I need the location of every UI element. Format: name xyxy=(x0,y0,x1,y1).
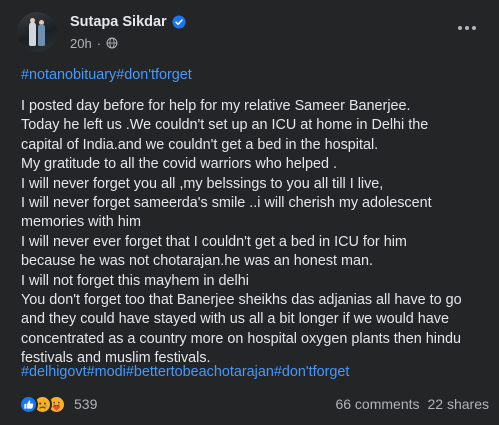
author-avatar[interactable] xyxy=(17,12,57,52)
hashtag-link[interactable]: #delhigovt xyxy=(21,364,87,380)
post-text-line: memories with him xyxy=(21,214,141,231)
post-text-line: I will never forget you all ,my belssing… xyxy=(21,175,384,192)
more-dot xyxy=(465,26,469,30)
like-icon xyxy=(19,394,38,414)
post-text-line: concentrated as a country more on hospit… xyxy=(21,330,461,347)
facebook-post: Sutapa Sikdar 20h · #notanobituary#don't… xyxy=(0,0,499,425)
post-text: I posted day before for help for my rela… xyxy=(21,97,491,368)
post-text-line: You don't forget too that Banerjee sheik… xyxy=(21,291,462,308)
post-timestamp[interactable]: 20h xyxy=(70,36,92,51)
post-text-line: My gratitude to all the covid warriors w… xyxy=(21,156,337,173)
hashtag-link[interactable]: #don'tforget xyxy=(274,364,350,380)
more-dot xyxy=(458,26,462,30)
avatar-figure xyxy=(29,22,36,46)
meta-separator: · xyxy=(96,35,102,51)
hashtag-link[interactable]: #modi xyxy=(87,364,126,380)
post-meta: Sutapa Sikdar 20h · xyxy=(70,13,186,51)
comments-count[interactable]: 66 comments xyxy=(335,396,419,412)
more-dot xyxy=(472,26,476,30)
post-content: #notanobituary#don'tforget I posted day … xyxy=(21,66,491,368)
hashtag-link[interactable]: #don'tforget xyxy=(116,67,192,83)
post-text-line: capital of India.and we couldn't get a b… xyxy=(21,136,379,153)
engagement-stats: 66 comments 22 shares xyxy=(335,396,489,412)
post-text-line: I will never ever forget that I couldn't… xyxy=(21,233,407,250)
post-text-line: I posted day before for help for my rela… xyxy=(21,98,411,114)
verified-badge-icon xyxy=(172,15,186,29)
reactions-summary[interactable]: 539 xyxy=(19,394,98,414)
avatar-figure xyxy=(38,24,45,46)
globe-icon[interactable] xyxy=(106,37,118,49)
bottom-hashtags: #delhigovt#modi#bettertobeachotarajan#do… xyxy=(21,364,349,380)
post-text-line: and they could have stayed with us all a… xyxy=(21,311,449,328)
post-text-line: I will never forget sameerda's smile ..i… xyxy=(21,194,432,211)
post-footer: 539 66 comments 22 shares xyxy=(19,391,489,417)
top-hashtags: #notanobituary#don'tforget xyxy=(21,66,491,86)
post-text-line: Today he left us .We couldn't set up an … xyxy=(21,117,429,134)
hashtag-link[interactable]: #notanobituary xyxy=(21,67,116,83)
more-options-icon[interactable] xyxy=(449,14,485,42)
post-header: Sutapa Sikdar 20h · xyxy=(17,10,186,54)
author-name[interactable]: Sutapa Sikdar xyxy=(70,14,167,30)
hashtag-link[interactable]: #bettertobeachotarajan xyxy=(126,364,274,380)
post-text-line: because he was not chotarajan.he was an … xyxy=(21,253,374,270)
reaction-count: 539 xyxy=(74,396,98,412)
shares-count[interactable]: 22 shares xyxy=(428,396,489,412)
post-text-line: I will not forget this mayhem in delhi xyxy=(21,272,249,289)
